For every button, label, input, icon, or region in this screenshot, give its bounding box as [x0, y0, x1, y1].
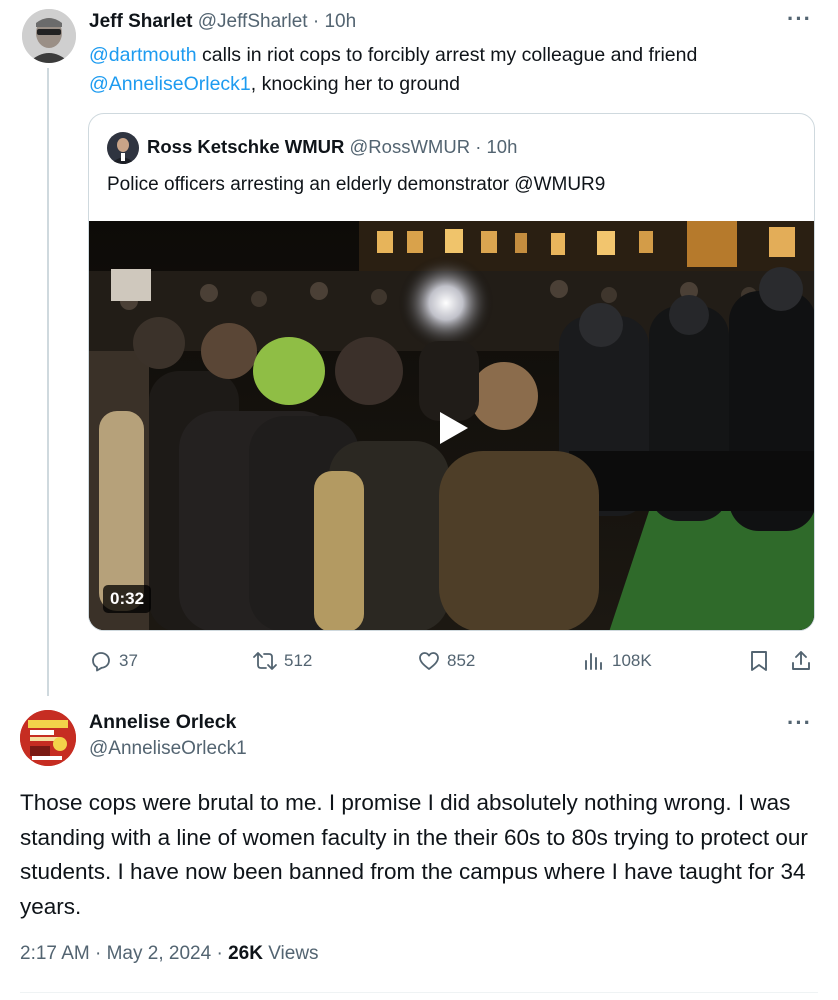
- author-handle[interactable]: @AnneliseOrleck1: [89, 737, 247, 761]
- like-count: 852: [447, 651, 476, 670]
- separator-dot: ·: [475, 136, 482, 157]
- tweet-text-part: , knocking her to ground: [250, 73, 460, 95]
- bookmark-icon: [751, 651, 767, 671]
- views-icon: [585, 653, 602, 670]
- retweet-count: 512: [284, 651, 313, 670]
- more-options-button[interactable]: ···: [787, 6, 812, 32]
- post-time[interactable]: 2:17 AM: [20, 943, 90, 964]
- quoted-tweet-header: Ross Ketschke WMUR @RossWMUR · 10h: [147, 135, 517, 159]
- author-name[interactable]: Ross Ketschke WMUR: [147, 136, 344, 157]
- share-button[interactable]: [790, 648, 812, 674]
- tweet-text: @dartmouth calls in riot cops to forcibl…: [89, 41, 789, 99]
- retweet-icon: [253, 652, 277, 670]
- author-name[interactable]: Annelise Orleck: [89, 710, 236, 734]
- mention-link[interactable]: @dartmouth: [89, 44, 197, 66]
- avatar[interactable]: [20, 710, 76, 766]
- views-count: 108K: [612, 651, 652, 670]
- separator-dot: ·: [216, 943, 229, 964]
- views-label: Views: [268, 943, 319, 964]
- bookmark-button[interactable]: [748, 648, 770, 674]
- mention-link[interactable]: @AnneliseOrleck1: [89, 73, 251, 95]
- author-name[interactable]: Jeff Sharlet: [89, 11, 192, 32]
- separator-dot: ·: [95, 943, 107, 964]
- reply-icon: [92, 652, 110, 672]
- video-player[interactable]: 0:32: [89, 221, 814, 630]
- post-date[interactable]: May 2, 2024: [107, 943, 212, 964]
- tweet-header: Jeff Sharlet @JeffSharlet · 10h: [89, 10, 356, 34]
- share-icon: [792, 651, 810, 670]
- play-icon[interactable]: [432, 408, 472, 448]
- reply-button[interactable]: 37: [89, 648, 138, 674]
- separator-dot: ·: [312, 11, 320, 32]
- divider: [20, 992, 818, 993]
- timestamp[interactable]: 10h: [487, 136, 518, 157]
- tweet-text-part: calls in riot cops to forcibly arrest my…: [196, 44, 698, 66]
- views-button[interactable]: 108K: [582, 648, 652, 674]
- tweet-text: Those cops were brutal to me. I promise …: [20, 790, 808, 919]
- author-handle[interactable]: @JeffSharlet: [198, 11, 308, 32]
- video-duration: 0:32: [103, 585, 152, 613]
- quoted-tweet-card[interactable]: Ross Ketschke WMUR @RossWMUR · 10h Polic…: [88, 113, 815, 631]
- more-options-button[interactable]: ···: [787, 710, 812, 736]
- reply-count: 37: [119, 651, 138, 670]
- like-button[interactable]: 852: [417, 648, 475, 674]
- heart-icon: [419, 652, 439, 670]
- tweet-metadata: 2:17 AM · May 2, 2024 · 26K Views: [20, 941, 319, 967]
- thread-line: [47, 68, 49, 696]
- timestamp[interactable]: 10h: [324, 11, 356, 32]
- avatar[interactable]: [107, 132, 139, 164]
- author-handle[interactable]: @RossWMUR: [350, 136, 471, 157]
- views-count: 26K: [228, 943, 263, 964]
- avatar[interactable]: [22, 9, 76, 63]
- retweet-button[interactable]: 512: [252, 648, 312, 674]
- quoted-tweet-text: Police officers arresting an elderly dem…: [107, 174, 606, 195]
